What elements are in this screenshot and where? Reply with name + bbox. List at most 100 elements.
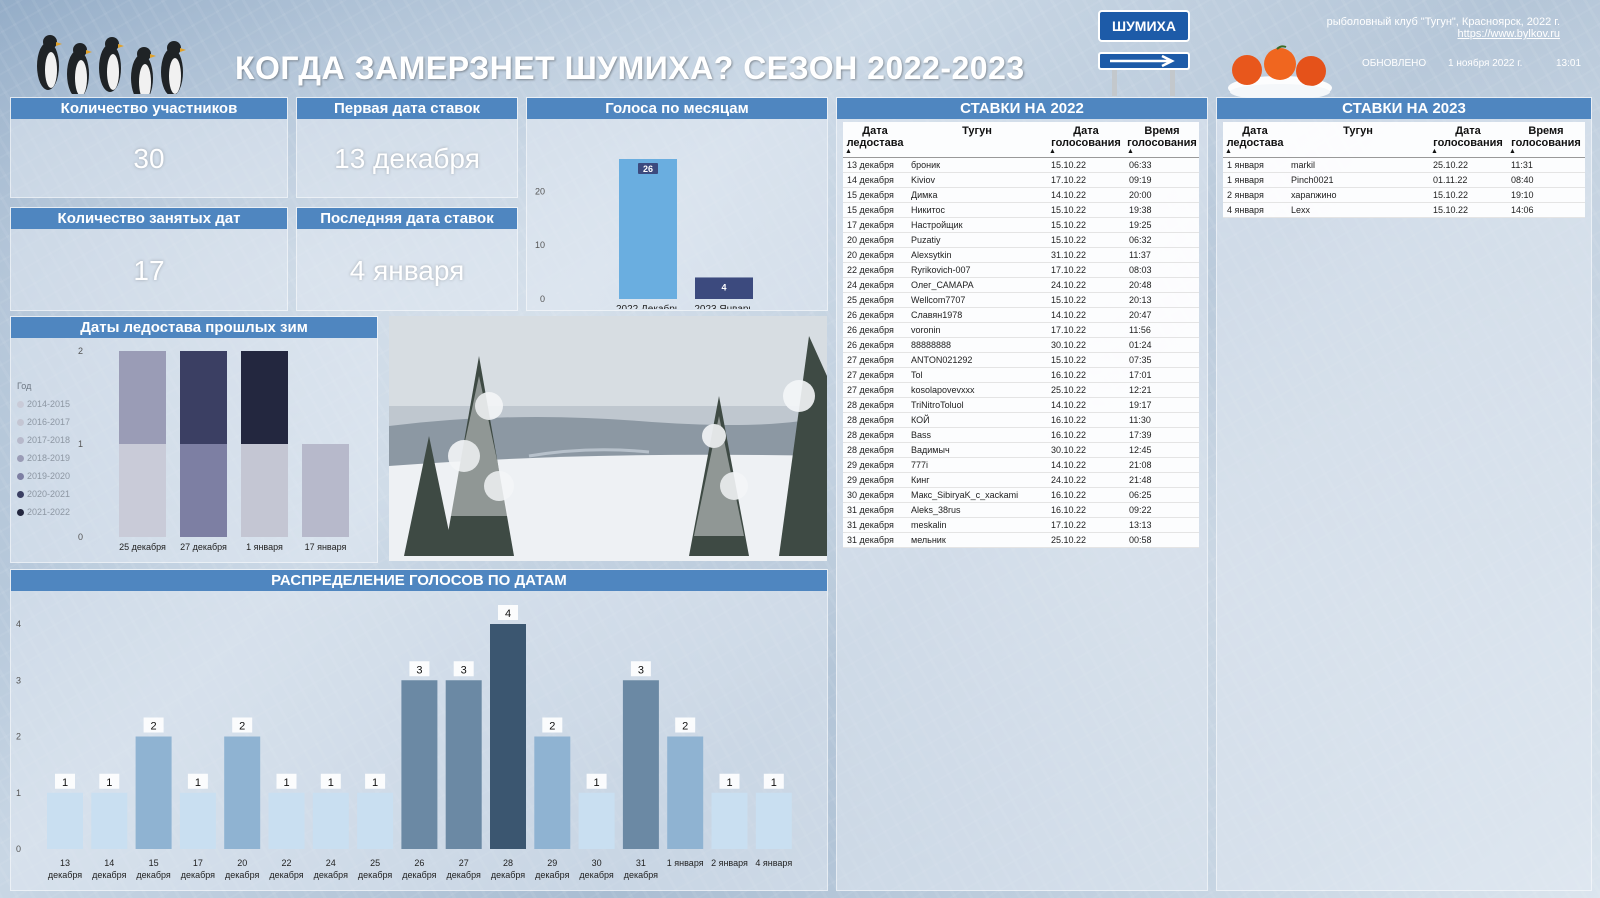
column-header-tugun[interactable]: Тугун xyxy=(1287,122,1429,158)
x-tick-label: 27 декабря xyxy=(180,542,227,552)
bets-2022-panel: СТАВКИ НА 2022 Дата ледостава ▲ Тугун Дат… xyxy=(836,97,1208,891)
cell-freeze-date: 29 декабря xyxy=(843,457,907,473)
y-tick-label: 3 xyxy=(16,675,21,685)
legend-item[interactable]: 2021-2022 xyxy=(17,503,70,521)
x-tick-label: декабря xyxy=(624,870,658,880)
cell-freeze-date: 22 декабря xyxy=(843,262,907,278)
x-tick-label: 2023 Январь xyxy=(694,304,753,309)
cell-vote-time: 19:25 xyxy=(1125,217,1199,233)
x-tick-label: декабря xyxy=(491,870,525,880)
x-tick-label: декабря xyxy=(136,870,170,880)
table-row[interactable]: 15 декабря Никитос 15.10.22 19:38 xyxy=(843,202,1199,218)
x-tick-label: 17 xyxy=(193,858,203,868)
column-header-tugun[interactable]: Тугун xyxy=(907,122,1047,158)
x-tick-label: декабря xyxy=(402,870,436,880)
column-header-vote-time[interactable]: Время голосования ▲ xyxy=(1125,122,1199,158)
table-row[interactable]: 29 декабря 777i 14.10.22 21:08 xyxy=(843,457,1199,473)
panel-title: Голоса по месяцам xyxy=(527,98,827,119)
table-row[interactable]: 26 декабря 88888888 30.10.22 01:24 xyxy=(843,337,1199,353)
penguin-belly xyxy=(169,58,181,94)
table-row[interactable]: 4 января Lexx 15.10.22 14:06 xyxy=(1223,202,1585,218)
table-row[interactable]: 26 декабря Славян1978 14.10.22 20:47 xyxy=(843,307,1199,323)
table-row[interactable]: 20 декабря Alexsytkin 31.10.22 11:37 xyxy=(843,247,1199,263)
distribution-chart: 01234113декабря114декабря215декабря117де… xyxy=(16,605,792,880)
table-row[interactable]: 24 декабря Олег_САМАРА 24.10.22 20:48 xyxy=(843,277,1199,293)
cell-vote-time: 19:38 xyxy=(1125,202,1199,218)
sort-asc-icon: ▲ xyxy=(1431,148,1438,155)
sign-label: ШУМИХА xyxy=(1098,10,1190,42)
cell-vote-time: 00:58 xyxy=(1125,532,1199,548)
x-tick-label: 1 января xyxy=(667,858,704,868)
cell-tugun: Aleks_38rus xyxy=(907,502,1047,518)
cell-vote-time: 11:31 xyxy=(1507,157,1585,173)
table-row[interactable]: 26 декабря voronin 17.10.22 11:56 xyxy=(843,322,1199,338)
table-row[interactable]: 17 декабря Настройщик 15.10.22 19:25 xyxy=(843,217,1199,233)
table-row[interactable]: 25 декабря Wellcom7707 15.10.22 20:13 xyxy=(843,292,1199,308)
cell-vote-time: 21:48 xyxy=(1125,472,1199,488)
cell-vote-time: 19:17 xyxy=(1125,397,1199,413)
x-tick-label: декабря xyxy=(48,870,82,880)
cell-vote-date: 16.10.22 xyxy=(1047,502,1125,518)
club-link[interactable]: https://www.bylkov.ru xyxy=(1458,28,1561,40)
cell-freeze-date: 1 января xyxy=(1223,157,1287,173)
x-tick-label: декабря xyxy=(579,870,613,880)
table-row[interactable]: 2 января хараnжино 15.10.22 19:10 xyxy=(1223,187,1585,203)
kpi-value: 30 xyxy=(133,143,165,174)
table-row[interactable]: 22 декабря Ryrikovich-007 17.10.22 08:03 xyxy=(843,262,1199,278)
table-row[interactable]: 14 декабря Kiviov 17.10.22 09:19 xyxy=(843,172,1199,188)
cell-vote-date: 15.10.22 xyxy=(1047,202,1125,218)
votes-by-month-chart: 0 10 20 26 2022 Декабрь 4 2023 Январь xyxy=(535,159,754,315)
x-tick-label: 1 января xyxy=(246,542,283,552)
cell-vote-time: 09:19 xyxy=(1125,172,1199,188)
table-row[interactable]: 27 декабря ANTON021292 15.10.22 07:35 xyxy=(843,352,1199,368)
x-tick-label: 13 xyxy=(60,858,70,868)
header-text: Тугун xyxy=(1343,125,1373,137)
cell-freeze-date: 28 декабря xyxy=(843,427,907,443)
legend-item[interactable]: 2018-2019 xyxy=(17,449,70,467)
cell-tugun: Олег_САМАРА xyxy=(907,277,1047,293)
table-row[interactable]: 28 декабря Bass 16.10.22 17:39 xyxy=(843,427,1199,443)
table-row[interactable]: 27 декабря kosolapovevxxx 25.10.22 12:21 xyxy=(843,382,1199,398)
y-tick-label: 1 xyxy=(78,439,83,449)
legend-label: 2017-2018 xyxy=(27,435,71,445)
legend-item[interactable]: 2017-2018 xyxy=(17,431,70,449)
x-tick-label: 14 xyxy=(104,858,114,868)
legend-label: 2020-2021 xyxy=(27,489,71,499)
cell-freeze-date: 20 декабря xyxy=(843,247,907,263)
panel-title: СТАВКИ НА 2023 xyxy=(1217,98,1591,119)
cell-freeze-date: 26 декабря xyxy=(843,322,907,338)
table-row[interactable]: 31 декабря Aleks_38rus 16.10.22 09:22 xyxy=(843,502,1199,518)
table-row[interactable]: 20 декабря Puzatiy 15.10.22 06:32 xyxy=(843,232,1199,248)
table-row[interactable]: 30 декабря Макс_SibiryaK_c_xackami 16.10.2… xyxy=(843,487,1199,503)
column-header-date[interactable]: Дата ледостава ▲ xyxy=(1223,122,1287,158)
legend-item[interactable]: 2019-2020 xyxy=(17,467,70,485)
table-row[interactable]: 1 января markil 25.10.22 11:31 xyxy=(1223,157,1585,173)
column-header-vote-date[interactable]: Дата голосования ▲ xyxy=(1047,122,1125,158)
cell-freeze-date: 31 декабря xyxy=(843,532,907,548)
penguin-beak xyxy=(150,54,156,58)
legend-item[interactable]: 2014-2015 xyxy=(17,395,70,413)
legend-item[interactable]: 2016-2017 xyxy=(17,413,70,431)
column-header-vote-date[interactable]: Дата голосования ▲ xyxy=(1429,122,1507,158)
cell-vote-time: 20:48 xyxy=(1125,277,1199,293)
table-row[interactable]: 31 декабря мельник 25.10.22 00:58 xyxy=(843,532,1199,548)
column-header-date[interactable]: Дата ледостава ▲ xyxy=(843,122,907,158)
table-row[interactable]: 29 декабря Кинг 24.10.22 21:48 xyxy=(843,472,1199,488)
column-header-vote-time[interactable]: Время голосования ▲ xyxy=(1507,122,1585,158)
table-row[interactable]: 15 декабря Димка 14.10.22 20:00 xyxy=(843,187,1199,203)
legend-item[interactable]: 2020-2021 xyxy=(17,485,70,503)
table-row[interactable]: 27 декабря Tol 16.10.22 17:01 xyxy=(843,367,1199,383)
table-row[interactable]: 28 декабря TriNitroToluol 14.10.22 19:17 xyxy=(843,397,1199,413)
data-label: 1 xyxy=(594,777,600,789)
table-row[interactable]: 28 декабря Вадимыч 30.10.22 12:45 xyxy=(843,442,1199,458)
x-tick-label: 25 декабря xyxy=(119,542,166,552)
table-row[interactable]: 28 декабря КОЙ 16.10.22 11:30 xyxy=(843,412,1199,428)
table-row[interactable]: 1 января Pinch0021 01.11.22 08:40 xyxy=(1223,172,1585,188)
sign-post-left xyxy=(1112,70,1117,96)
table-row[interactable]: 31 декабря meskalin 17.10.22 13:13 xyxy=(843,517,1199,533)
x-tick-label: 22 xyxy=(281,858,291,868)
data-label: 2 xyxy=(151,721,157,733)
updated-label: ОБНОВЛЕНО xyxy=(1362,58,1427,69)
bar xyxy=(179,792,216,849)
table-row[interactable]: 13 декабря броник 15.10.22 06:33 xyxy=(843,157,1199,173)
